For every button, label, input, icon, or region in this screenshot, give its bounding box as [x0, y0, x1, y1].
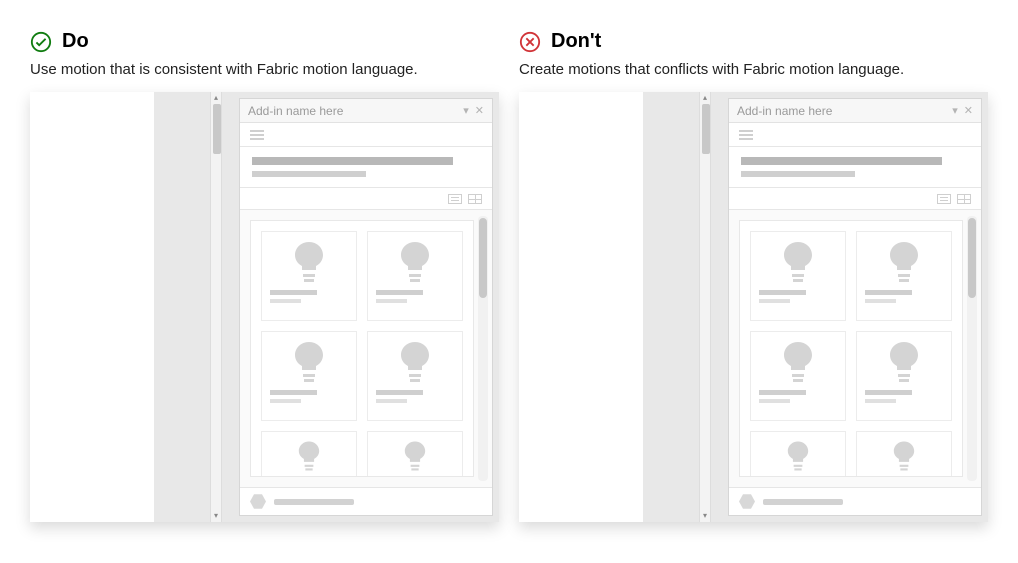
- pane-header: Add-in name here ▾ ✕: [729, 99, 981, 123]
- view-toggle-bar: [240, 188, 492, 210]
- pane-footer: [729, 487, 981, 515]
- brand-hex-icon: [739, 494, 755, 510]
- pane-title: Add-in name here: [737, 104, 832, 118]
- placeholder-line: [376, 399, 407, 403]
- gallery-card[interactable]: [856, 231, 952, 321]
- document-scrollbar[interactable]: ▴ ▾: [210, 92, 222, 522]
- bulb-icon: [397, 240, 433, 284]
- addin-pane: Add-in name here ▾ ✕: [239, 98, 493, 516]
- placeholder-line: [270, 299, 301, 303]
- gallery-card[interactable]: [261, 431, 357, 477]
- list-view-icon[interactable]: [448, 194, 462, 204]
- pane-scrollbar[interactable]: [967, 216, 977, 481]
- pane-command-bar: [240, 123, 492, 147]
- pane-description-block: [240, 147, 492, 188]
- gallery-card[interactable]: [367, 431, 463, 477]
- document-area: [519, 92, 643, 522]
- pane-body: [729, 210, 981, 487]
- gallery-card[interactable]: [367, 231, 463, 321]
- placeholder-line: [759, 290, 806, 295]
- placeholder-line: [741, 157, 942, 165]
- gallery-card[interactable]: [750, 431, 846, 477]
- gallery-card[interactable]: [750, 331, 846, 421]
- pane-menu-icon[interactable]: ▾: [952, 104, 958, 117]
- placeholder-line: [252, 157, 453, 165]
- pane-title: Add-in name here: [248, 104, 343, 118]
- bulb-icon: [889, 440, 919, 472]
- placeholder-line: [865, 399, 896, 403]
- addin-pane: Add-in name here ▾ ✕: [728, 98, 982, 516]
- document-area: [30, 92, 154, 522]
- view-toggle-bar: [729, 188, 981, 210]
- placeholder-line: [759, 390, 806, 395]
- grid-view-icon[interactable]: [957, 194, 971, 204]
- dont-mock-window: ▴ ▾ Add-in name here ▾ ✕: [519, 92, 988, 522]
- pane-command-bar: [729, 123, 981, 147]
- scroll-thumb[interactable]: [213, 104, 221, 154]
- bulb-icon: [780, 240, 816, 284]
- placeholder-line: [376, 390, 423, 395]
- pane-description-block: [729, 147, 981, 188]
- dont-column: Don't Create motions that conflicts with…: [519, 30, 988, 522]
- gallery-card[interactable]: [261, 331, 357, 421]
- placeholder-line: [741, 171, 855, 177]
- bulb-icon: [397, 340, 433, 384]
- placeholder-line: [270, 290, 317, 295]
- pane-footer: [240, 487, 492, 515]
- pane-scroll-thumb[interactable]: [479, 218, 487, 298]
- do-mock-window: ▴ ▾ Add-in name here ▾ ✕: [30, 92, 499, 522]
- dont-title: Don't: [551, 30, 601, 53]
- placeholder-line: [376, 299, 407, 303]
- pane-menu-icon[interactable]: ▾: [463, 104, 469, 117]
- scroll-down-icon[interactable]: ▾: [700, 510, 710, 522]
- pane-scroll-thumb[interactable]: [968, 218, 976, 298]
- scroll-up-icon[interactable]: ▴: [700, 92, 710, 104]
- bulb-icon: [886, 240, 922, 284]
- document-scrollbar[interactable]: ▴ ▾: [699, 92, 711, 522]
- gallery-card[interactable]: [261, 231, 357, 321]
- pane-scrollbar[interactable]: [478, 216, 488, 481]
- dont-description: Create motions that conflicts with Fabri…: [519, 61, 988, 78]
- do-description: Use motion that is consistent with Fabri…: [30, 61, 499, 78]
- bulb-icon: [294, 440, 324, 472]
- placeholder-line: [252, 171, 366, 177]
- bulb-icon: [886, 340, 922, 384]
- brand-hex-icon: [250, 494, 266, 510]
- hamburger-icon[interactable]: [250, 130, 264, 140]
- bulb-icon: [400, 440, 430, 472]
- check-circle-icon: [30, 31, 52, 53]
- placeholder-line: [865, 299, 896, 303]
- scroll-up-icon[interactable]: ▴: [211, 92, 221, 104]
- pane-close-icon[interactable]: ✕: [475, 104, 484, 117]
- gallery-card[interactable]: [367, 331, 463, 421]
- placeholder-line: [763, 499, 843, 505]
- placeholder-line: [759, 299, 790, 303]
- placeholder-line: [270, 390, 317, 395]
- gallery-card[interactable]: [856, 431, 952, 477]
- placeholder-line: [865, 390, 912, 395]
- gallery-card[interactable]: [750, 231, 846, 321]
- scroll-thumb[interactable]: [702, 104, 710, 154]
- placeholder-line: [270, 399, 301, 403]
- placeholder-line: [376, 290, 423, 295]
- list-view-icon[interactable]: [937, 194, 951, 204]
- do-column: Do Use motion that is consistent with Fa…: [30, 30, 499, 522]
- scroll-down-icon[interactable]: ▾: [211, 510, 221, 522]
- pane-close-icon[interactable]: ✕: [964, 104, 973, 117]
- placeholder-line: [865, 290, 912, 295]
- x-circle-icon: [519, 31, 541, 53]
- bulb-icon: [783, 440, 813, 472]
- placeholder-line: [274, 499, 354, 505]
- hamburger-icon[interactable]: [739, 130, 753, 140]
- bulb-icon: [291, 240, 327, 284]
- gallery-card[interactable]: [856, 331, 952, 421]
- grid-view-icon[interactable]: [468, 194, 482, 204]
- pane-body: [240, 210, 492, 487]
- do-title: Do: [62, 30, 89, 53]
- bulb-icon: [291, 340, 327, 384]
- bulb-icon: [780, 340, 816, 384]
- placeholder-line: [759, 399, 790, 403]
- pane-header: Add-in name here ▾ ✕: [240, 99, 492, 123]
